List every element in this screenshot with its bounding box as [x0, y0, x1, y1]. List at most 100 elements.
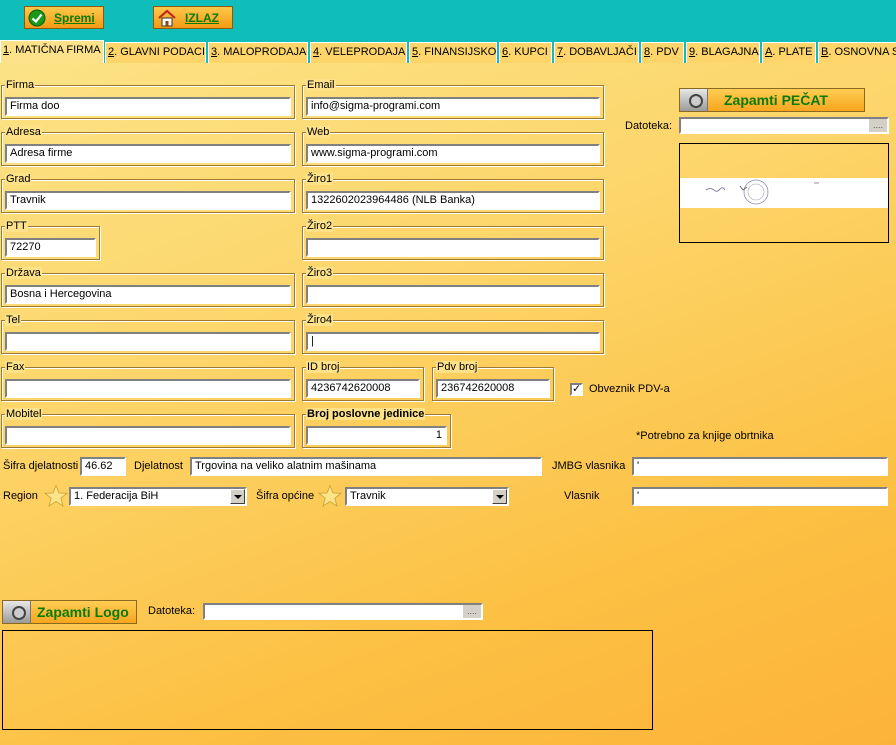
tab-label: . DOBAVLJAČI: [563, 46, 637, 58]
tab-veleprodaja[interactable]: 4. VELEPRODAJA: [310, 42, 407, 63]
sifra-opcine-select[interactable]: Travnik: [345, 487, 509, 506]
ziro2-input[interactable]: [306, 238, 600, 257]
ziro2-group: Žiro2: [302, 220, 604, 260]
pdv-broj-group: Pdv broj 236742620008: [432, 361, 554, 401]
vlasnik-input[interactable]: ': [632, 487, 888, 506]
save-button[interactable]: Spremi: [24, 6, 104, 29]
chevron-down-icon[interactable]: [230, 489, 245, 504]
adresa-label: Adresa: [5, 126, 42, 138]
tab-blagajna[interactable]: 9. BLAGAJNA: [686, 42, 760, 63]
sifra-opcine-label: Šifra općine: [256, 490, 315, 502]
pdv-checkbox[interactable]: ✓: [570, 383, 583, 396]
tab-label: . BLAGAJNA: [695, 46, 759, 58]
star-icon[interactable]: [318, 484, 342, 508]
mobitel-input[interactable]: [5, 426, 291, 445]
camera-icon: [680, 89, 708, 111]
tel-input[interactable]: [5, 332, 291, 351]
toolbar: Spremi IZLAZ: [0, 0, 896, 40]
id-broj-input[interactable]: 4236742620008: [306, 379, 420, 398]
ziro4-group: Žiro4 |: [302, 314, 604, 354]
grad-group: Grad Travnik: [1, 173, 295, 213]
firma-input[interactable]: Firma doo: [5, 97, 291, 116]
stamp-image-frame: [679, 143, 889, 243]
ptt-group: PTT 72270: [1, 220, 100, 260]
exit-button-label: IZLAZ: [185, 10, 219, 25]
ziro2-label: Žiro2: [306, 220, 334, 232]
save-logo-label: Zapamti Logo: [37, 604, 129, 620]
firma-group: Firma Firma doo: [1, 79, 295, 119]
email-label: Email: [306, 79, 336, 91]
home-icon: [158, 9, 176, 26]
save-logo-button[interactable]: Zapamti Logo: [2, 600, 137, 624]
mobitel-group: Mobitel: [1, 408, 295, 448]
tab-kupci[interactable]: 6. KUPCI: [499, 42, 552, 63]
fax-input[interactable]: [5, 379, 291, 398]
region-select[interactable]: 1. Federacija BiH: [69, 487, 247, 506]
drzava-input[interactable]: Bosna i Hercegovina: [5, 285, 291, 304]
save-button-label: Spremi: [54, 10, 95, 25]
web-label: Web: [306, 126, 331, 138]
sifra-djelatnosti-label: Šifra djelatnosti: [3, 460, 79, 472]
djelatnost-label: Djelatnost: [134, 460, 183, 472]
obrtnik-note: *Potrebno za knjige obrtnika: [636, 430, 774, 442]
web-input[interactable]: www.sigma-programi.com: [306, 144, 600, 163]
ziro4-input[interactable]: |: [306, 332, 600, 351]
tab-bar: 1. MATIČNA FIRMA 2. GLAVNI PODACI 3. MAL…: [0, 40, 896, 63]
email-input[interactable]: info@sigma-programi.com: [306, 97, 600, 116]
pdv-broj-label: Pdv broj: [436, 361, 479, 373]
sifra-djelatnosti-input[interactable]: 46.62: [80, 457, 126, 476]
tab-osnovna[interactable]: B. OSNOVNA S: [818, 42, 896, 63]
stamp-signature-icon: [705, 179, 819, 205]
adresa-input[interactable]: Adresa firme: [5, 144, 291, 163]
id-broj-group: ID broj 4236742620008: [302, 361, 424, 401]
tab-dobavljaci[interactable]: 7. DOBAVLJAČI: [554, 42, 639, 63]
drzava-group: Država Bosna i Hercegovina: [1, 267, 295, 307]
camera-icon: [3, 601, 31, 623]
broj-pj-input[interactable]: 1: [306, 426, 447, 445]
fax-label: Fax: [5, 361, 26, 373]
grad-input[interactable]: Travnik: [5, 191, 291, 210]
logo-datoteka-label: Datoteka:: [148, 605, 196, 617]
tab-label: . MALOPRODAJA: [217, 46, 307, 58]
tab-maloprodaja[interactable]: 3. MALOPRODAJA: [208, 42, 308, 63]
tab-plate[interactable]: A. PLATE: [762, 42, 816, 63]
save-stamp-button[interactable]: Zapamti PEČAT: [679, 88, 865, 112]
tab-finansijsko[interactable]: 5. FINANSIJSKO: [409, 42, 497, 63]
logo-file-input[interactable]: ....: [203, 603, 483, 620]
chevron-down-icon[interactable]: [492, 489, 507, 504]
check-icon: [28, 9, 46, 26]
web-group: Web www.sigma-programi.com: [302, 126, 604, 166]
tel-group: Tel: [1, 314, 295, 354]
tab-glavni-podaci[interactable]: 2. GLAVNI PODACI: [105, 42, 206, 63]
exit-button[interactable]: IZLAZ: [153, 6, 233, 29]
tab-label: . FINANSIJSKO: [418, 46, 497, 58]
email-group: Email info@sigma-programi.com: [302, 79, 604, 119]
jmbg-label: JMBG vlasnika: [552, 460, 626, 472]
browse-icon[interactable]: ....: [869, 119, 887, 132]
tab-pdv[interactable]: 8. PDV: [641, 42, 684, 63]
ptt-input[interactable]: 72270: [5, 238, 96, 257]
browse-icon[interactable]: ....: [463, 605, 481, 618]
star-icon[interactable]: [44, 484, 68, 508]
djelatnost-input[interactable]: Trgovina na veliko alatnim mašinama: [190, 457, 542, 476]
adresa-group: Adresa Adresa firme: [1, 126, 295, 166]
tab-label: . PLATE: [772, 46, 813, 58]
ziro1-input[interactable]: 1322602023964486 (NLB Banka): [306, 191, 600, 210]
pdv-broj-input[interactable]: 236742620008: [436, 379, 550, 398]
tab-label: . PDV: [650, 46, 679, 58]
tab-label: . GLAVNI PODACI: [114, 46, 205, 58]
ziro1-group: Žiro1 1322602023964486 (NLB Banka): [302, 173, 604, 213]
jmbg-input[interactable]: ': [632, 457, 888, 476]
region-value: 1. Federacija BiH: [74, 490, 159, 502]
stamp-file-input[interactable]: ....: [679, 117, 889, 134]
region-label: Region: [3, 490, 38, 502]
tel-label: Tel: [5, 314, 22, 326]
stamp-datoteka-label: Datoteka:: [625, 120, 673, 132]
sifra-opcine-value: Travnik: [350, 490, 386, 502]
tab-maticna-firma[interactable]: 1. MATIČNA FIRMA: [0, 40, 104, 63]
ziro3-input[interactable]: [306, 285, 600, 304]
tab-label: . KUPCI: [508, 46, 548, 58]
id-broj-label: ID broj: [306, 361, 341, 373]
fax-group: Fax: [1, 361, 295, 401]
ziro3-label: Žiro3: [306, 267, 334, 279]
